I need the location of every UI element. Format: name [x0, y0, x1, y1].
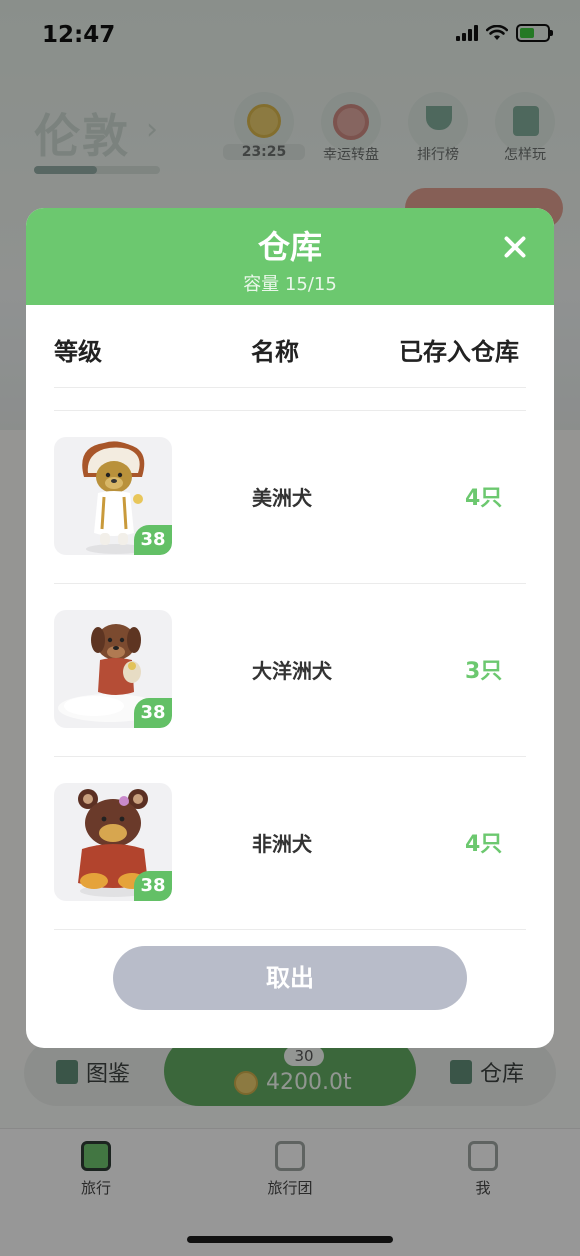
pet-name: 美洲犬: [252, 486, 312, 510]
level-badge: 38: [134, 525, 172, 555]
divider: [54, 387, 526, 388]
dialog-title: 仓库: [257, 228, 322, 266]
take-out-button[interactable]: 取出: [113, 946, 467, 1010]
list-item[interactable]: 38 美洲犬 4只: [26, 410, 554, 583]
warehouse-dialog: 仓库 容量 15/15 等级 名称 已存入仓库 38 美洲犬 4只 38 大洋洲…: [26, 208, 554, 1048]
pet-count: 3只: [465, 659, 503, 684]
pet-thumbnail: 38: [54, 610, 172, 728]
level-badge: 38: [134, 698, 172, 728]
list-item[interactable]: 38 大洋洲犬 3只: [26, 583, 554, 756]
pet-count: 4只: [465, 832, 503, 857]
level-badge: 38: [134, 871, 172, 901]
column-header-level: 等级: [54, 338, 102, 366]
pet-thumbnail: 38: [54, 783, 172, 901]
pet-name: 大洋洲犬: [252, 659, 332, 683]
column-header-name: 名称: [251, 338, 299, 366]
dialog-header: 仓库 容量 15/15: [26, 208, 554, 305]
home-indicator[interactable]: [187, 1236, 393, 1243]
list-item[interactable]: 38 非洲犬 4只: [26, 756, 554, 929]
capacity-label: 容量 15/15: [243, 274, 337, 295]
column-header-stored: 已存入仓库: [399, 338, 519, 366]
divider: [54, 929, 526, 930]
close-icon[interactable]: [498, 230, 532, 264]
pet-thumbnail: 38: [54, 437, 172, 555]
pet-count: 4只: [465, 486, 503, 511]
pet-name: 非洲犬: [252, 832, 312, 856]
